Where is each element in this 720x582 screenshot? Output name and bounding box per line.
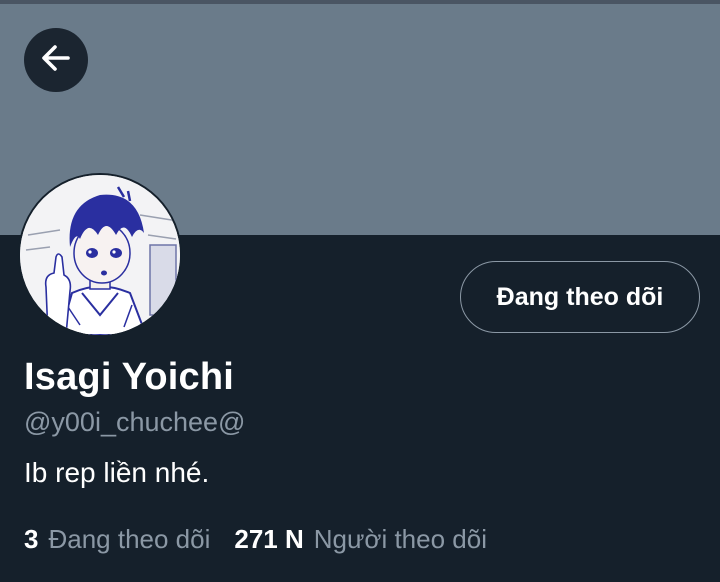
following-button[interactable]: Đang theo dõi (460, 261, 700, 333)
followers-stat[interactable]: 271 N Người theo dõi (234, 524, 487, 555)
display-name: Isagi Yoichi (24, 356, 235, 398)
followers-count: 271 N (234, 524, 304, 554)
back-button[interactable] (24, 28, 88, 92)
follow-stats: 3 Đang theo dõi 271 N Người theo dõi (24, 524, 487, 555)
following-count: 3 (24, 524, 39, 554)
following-label: Đang theo dõi (48, 524, 211, 554)
avatar[interactable] (20, 175, 180, 335)
arrow-left-icon (38, 40, 74, 81)
user-handle: @y00i_chuchee@ (24, 407, 246, 437)
followers-label: Người theo dõi (313, 524, 487, 554)
following-stat[interactable]: 3 Đang theo dõi (24, 524, 210, 555)
bio: Ib rep liền nhé. (24, 457, 210, 488)
